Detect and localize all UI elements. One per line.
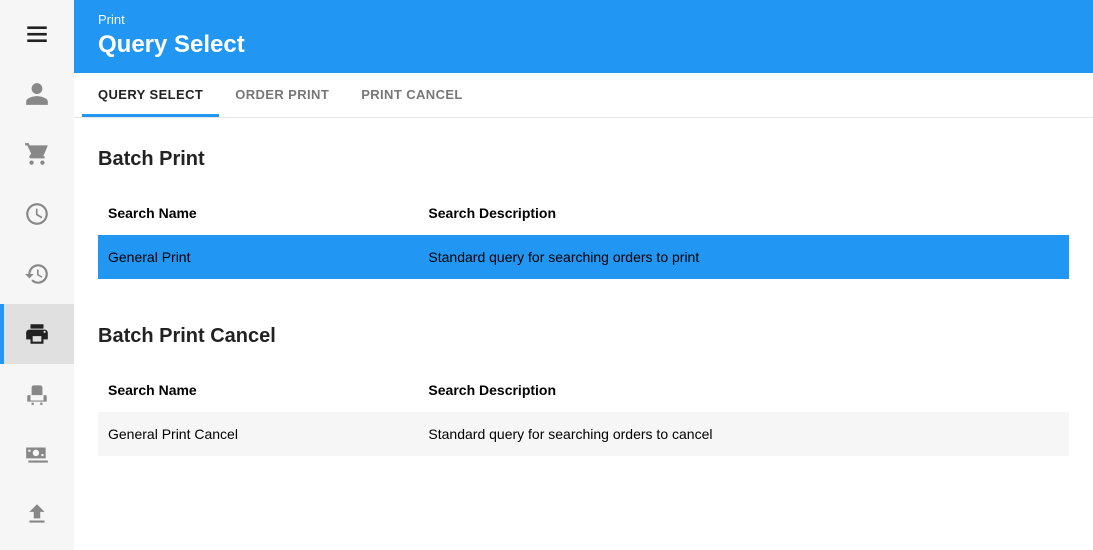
nav-clock[interactable]	[0, 184, 74, 244]
cart-icon	[24, 141, 50, 167]
cell-search-desc: Standard query for searching orders to c…	[418, 412, 1069, 456]
nav-print[interactable]	[0, 304, 74, 364]
batch-print-cancel-table: Search Name Search Description General P…	[98, 372, 1069, 456]
tabs: QUERY SELECT ORDER PRINT PRINT CANCEL	[74, 73, 1093, 118]
seat-icon	[24, 381, 50, 407]
clock-icon	[24, 201, 50, 227]
table-row[interactable]: General Print Cancel Standard query for …	[98, 412, 1069, 456]
hamburger-icon	[24, 21, 50, 47]
content: Batch Print Search Name Search Descripti…	[74, 118, 1093, 476]
cash-icon	[24, 441, 50, 467]
col-search-name: Search Name	[98, 372, 418, 412]
col-search-desc: Search Description	[418, 372, 1069, 412]
user-icon	[24, 81, 50, 107]
breadcrumb: Print	[98, 12, 1069, 27]
tab-query-select[interactable]: QUERY SELECT	[82, 73, 219, 117]
main: Print Query Select QUERY SELECT ORDER PR…	[74, 0, 1093, 550]
nav-cash[interactable]	[0, 424, 74, 484]
sidebar	[0, 0, 74, 550]
history-icon	[24, 261, 50, 287]
batch-print-table: Search Name Search Description General P…	[98, 195, 1069, 279]
header: Print Query Select	[74, 0, 1093, 73]
page-title: Query Select	[98, 31, 1069, 59]
cell-search-desc: Standard query for searching orders to p…	[418, 235, 1069, 279]
table-row[interactable]: General Print Standard query for searchi…	[98, 235, 1069, 279]
nav-upload[interactable]	[0, 484, 74, 544]
print-icon	[24, 321, 50, 347]
tab-print-cancel[interactable]: PRINT CANCEL	[345, 73, 479, 117]
col-search-name: Search Name	[98, 195, 418, 235]
nav-seat[interactable]	[0, 364, 74, 424]
section-heading-batch-print: Batch Print	[98, 148, 1069, 171]
cell-search-name: General Print	[98, 235, 418, 279]
menu-toggle[interactable]	[0, 14, 74, 54]
section-heading-batch-print-cancel: Batch Print Cancel	[98, 325, 1069, 348]
tab-order-print[interactable]: ORDER PRINT	[219, 73, 345, 117]
upload-icon	[24, 501, 50, 527]
col-search-desc: Search Description	[418, 195, 1069, 235]
cell-search-name: General Print Cancel	[98, 412, 418, 456]
nav-cart[interactable]	[0, 124, 74, 184]
nav-user[interactable]	[0, 64, 74, 124]
nav-history[interactable]	[0, 244, 74, 304]
